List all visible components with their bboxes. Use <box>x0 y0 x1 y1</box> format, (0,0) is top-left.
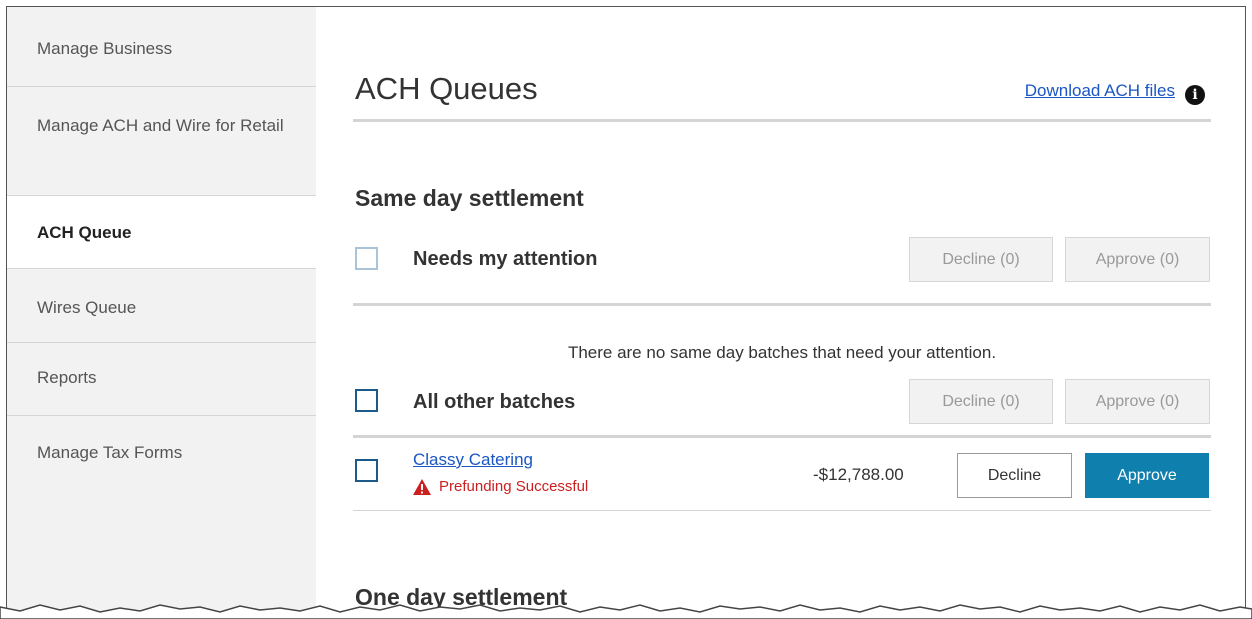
all-other-batches-checkbox[interactable] <box>355 389 378 412</box>
needs-attention-divider <box>353 303 1211 306</box>
sidebar-item-ach-queue[interactable]: ACH Queue <box>7 196 316 269</box>
page-title: ACH Queues <box>355 71 538 106</box>
batch-approve-button[interactable]: Approve <box>1085 453 1209 498</box>
sidebar-item-manage-ach-wire-retail[interactable]: Manage ACH and Wire for Retail <box>7 87 316 196</box>
all-other-approve-button[interactable]: Approve (0) <box>1065 379 1210 424</box>
sidebar-item-label: Manage Business <box>37 39 173 58</box>
batch-name-link[interactable]: Classy Catering <box>413 450 533 470</box>
needs-attention-decline-button[interactable]: Decline (0) <box>909 237 1053 282</box>
sidebar-item-label: Reports <box>37 368 97 387</box>
app-frame: Manage Business Manage ACH and Wire for … <box>6 6 1246 619</box>
needs-attention-label: Needs my attention <box>413 248 598 270</box>
sidebar-item-manage-tax-forms[interactable]: Manage Tax Forms <box>7 416 316 489</box>
all-other-decline-button[interactable]: Decline (0) <box>909 379 1053 424</box>
title-divider <box>353 119 1211 122</box>
batch-decline-button[interactable]: Decline <box>957 453 1072 498</box>
batch-row-checkbox[interactable] <box>355 459 378 482</box>
all-other-batches-label: All other batches <box>413 391 576 413</box>
sidebar-item-label: ACH Queue <box>37 223 132 242</box>
same-day-settlement-heading: Same day settlement <box>355 185 584 211</box>
empty-state-message: There are no same day batches that need … <box>567 343 997 362</box>
torn-edge-decoration <box>0 604 1252 619</box>
sidebar-item-reports[interactable]: Reports <box>7 343 316 416</box>
batch-status-text: Prefunding Successful <box>439 478 589 495</box>
sidebar-item-wires-queue[interactable]: Wires Queue <box>7 269 316 343</box>
needs-attention-approve-button[interactable]: Approve (0) <box>1065 237 1210 282</box>
all-other-divider <box>353 435 1211 438</box>
sidebar-item-label: Wires Queue <box>37 298 137 317</box>
warning-icon <box>413 478 431 495</box>
download-ach-files-link[interactable]: Download ACH files <box>1025 81 1175 101</box>
batch-status: Prefunding Successful <box>413 478 588 495</box>
batch-amount: -$12,788.00 <box>813 465 904 484</box>
sidebar-item-label: Manage Tax Forms <box>37 443 183 462</box>
batch-row-divider <box>353 510 1211 511</box>
sidebar-item-label: Manage ACH and Wire for Retail <box>37 116 284 135</box>
info-icon[interactable]: i <box>1185 85 1205 105</box>
main-content: ACH Queues Download ACH files i Same day… <box>353 7 1211 619</box>
needs-attention-checkbox[interactable] <box>355 247 378 270</box>
sidebar-item-manage-business[interactable]: Manage Business <box>7 7 316 87</box>
sidebar: Manage Business Manage ACH and Wire for … <box>7 7 316 619</box>
